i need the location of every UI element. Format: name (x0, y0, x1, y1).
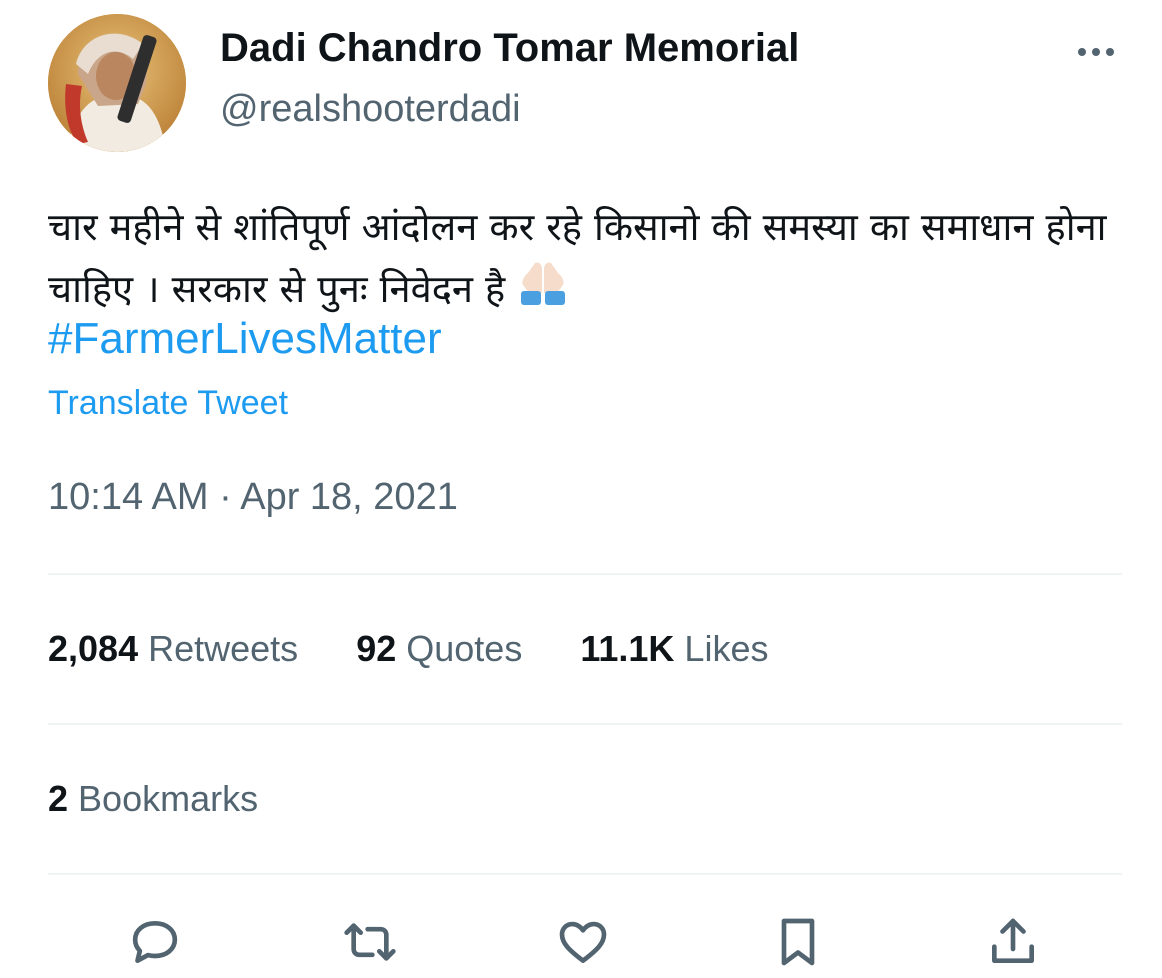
engagement-stats: 2,084 Retweets 92 Quotes 11.1K Likes (48, 628, 768, 670)
bookmarks-count: 2 (48, 778, 69, 819)
divider (48, 573, 1122, 575)
retweets-count: 2,084 (48, 628, 139, 669)
like-button[interactable] (553, 912, 613, 972)
likes-count: 11.1K (580, 628, 675, 669)
tweet-timestamp[interactable]: 10:14 AM · Apr 18, 2021 (48, 476, 458, 519)
reply-button[interactable] (125, 912, 185, 972)
avatar[interactable] (48, 14, 186, 152)
bookmarks-label: Bookmarks (78, 778, 259, 819)
quotes-count: 92 (356, 628, 397, 669)
translate-tweet-link[interactable]: Translate Tweet (48, 384, 288, 423)
quotes-stat[interactable]: 92 Quotes (356, 628, 522, 670)
retweet-icon (344, 923, 396, 961)
dot (1078, 48, 1086, 56)
author-display-name[interactable]: Dadi Chandro Tomar Memorial (220, 26, 799, 71)
likes-label: Likes (684, 628, 769, 669)
quotes-label: Quotes (406, 628, 523, 669)
like-icon (559, 921, 607, 963)
dot (1106, 48, 1114, 56)
folded-hands-icon (513, 259, 573, 325)
profile-photo-icon (48, 14, 186, 152)
author-handle[interactable]: @realshooterdadi (220, 88, 521, 131)
retweet-button[interactable] (340, 912, 400, 972)
dot (1092, 48, 1100, 56)
share-icon (992, 918, 1034, 963)
hashtag-link[interactable]: #FarmerLivesMatter (48, 314, 442, 364)
bookmarks-stat[interactable]: 2 Bookmarks (48, 778, 258, 820)
divider (48, 723, 1122, 725)
tweet-text: चार महीने से शांतिपूर्ण आंदोलन कर रहे कि… (48, 205, 1107, 311)
more-options-icon[interactable] (1072, 40, 1120, 64)
retweets-stat[interactable]: 2,084 Retweets (48, 628, 298, 670)
share-button[interactable] (983, 912, 1043, 972)
likes-stat[interactable]: 11.1K Likes (580, 628, 768, 670)
bookmark-icon (781, 918, 815, 966)
bookmark-button[interactable] (768, 912, 828, 972)
reply-icon (132, 921, 178, 963)
tweet-text-container: चार महीने से शांतिपूर्ण आंदोलन कर रहे कि… (48, 196, 1128, 325)
divider (48, 873, 1122, 875)
retweets-label: Retweets (148, 628, 299, 669)
